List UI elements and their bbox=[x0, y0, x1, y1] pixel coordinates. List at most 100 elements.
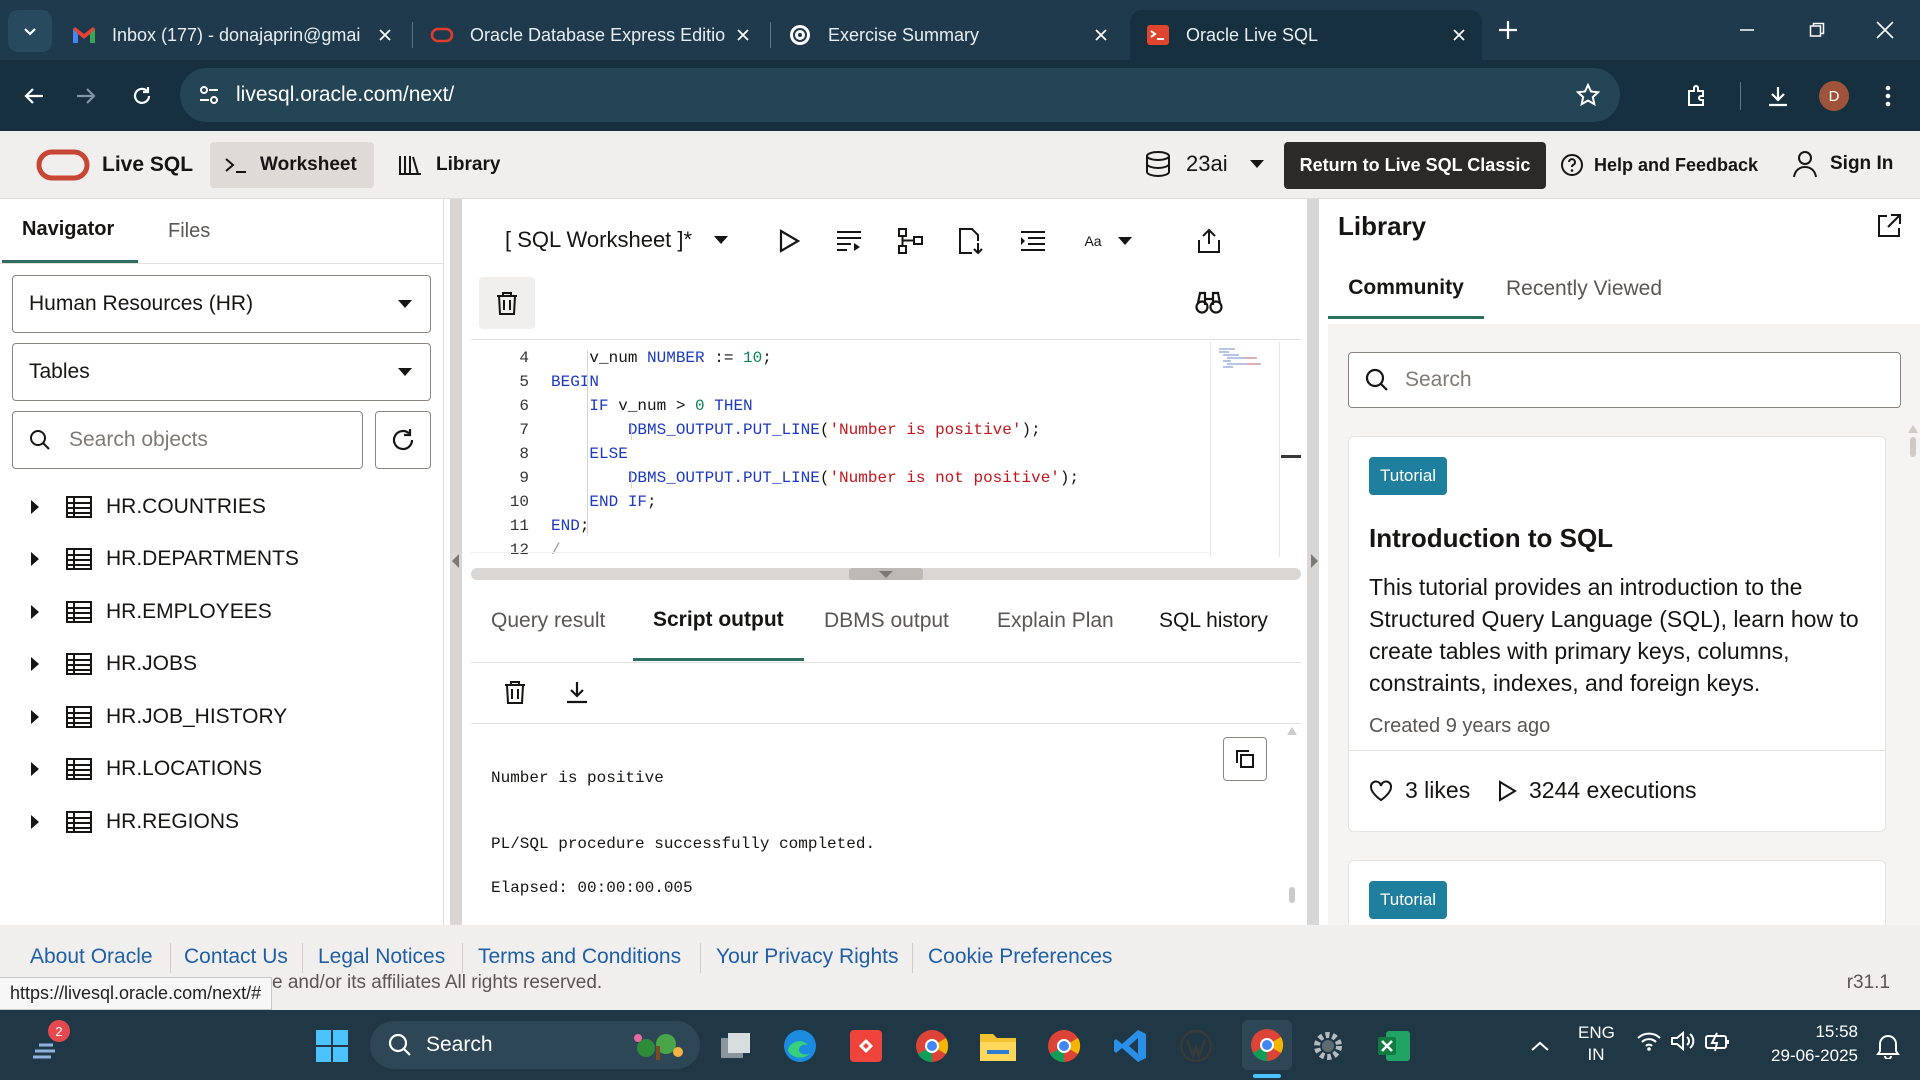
card-likes[interactable]: 3 likes bbox=[1369, 777, 1470, 804]
tab-exercise-summary[interactable]: Exercise Summary bbox=[772, 10, 1124, 60]
tree-item-departments[interactable]: HR.DEPARTMENTS bbox=[30, 542, 299, 576]
caret-right-icon[interactable] bbox=[30, 657, 40, 671]
tab-oracle-live-sql[interactable]: Oracle Live SQL bbox=[1130, 10, 1482, 60]
library-card[interactable]: Tutorial Introduction to SQL This tutori… bbox=[1348, 436, 1886, 832]
find-button[interactable] bbox=[1189, 283, 1229, 323]
close-icon[interactable] bbox=[736, 28, 750, 42]
footer-link-privacy[interactable]: Your Privacy Rights bbox=[716, 945, 898, 969]
schema-select[interactable]: Human Resources (HR) bbox=[12, 275, 431, 333]
tree-item-employees[interactable]: HR.EMPLOYEES bbox=[30, 595, 272, 629]
scroll-up-icon[interactable] bbox=[1908, 425, 1918, 433]
tab-recently-viewed[interactable]: Recently Viewed bbox=[1506, 259, 1662, 319]
copy-output-button[interactable] bbox=[1223, 737, 1267, 781]
tree-item-countries[interactable]: HR.COUNTRIES bbox=[30, 490, 266, 524]
excel-app[interactable] bbox=[1374, 1026, 1414, 1066]
clear-output-button[interactable] bbox=[495, 672, 535, 712]
tab-files[interactable]: Files bbox=[168, 199, 210, 263]
share-button[interactable] bbox=[1189, 221, 1229, 261]
object-type-select[interactable]: Tables bbox=[12, 343, 431, 401]
widgets-button[interactable]: 2 bbox=[28, 1020, 70, 1066]
reload-button[interactable] bbox=[124, 78, 160, 114]
restore-button[interactable] bbox=[1782, 10, 1852, 50]
footer-link-contact[interactable]: Contact Us bbox=[184, 945, 288, 969]
output-scrollbar-thumb[interactable] bbox=[1289, 887, 1295, 903]
settings-app[interactable] bbox=[1308, 1026, 1348, 1066]
close-window-button[interactable] bbox=[1850, 10, 1920, 50]
run-button[interactable] bbox=[769, 221, 809, 261]
format-button[interactable] bbox=[1013, 221, 1053, 261]
edge-app[interactable] bbox=[780, 1026, 820, 1066]
chrome-app[interactable] bbox=[1044, 1026, 1084, 1066]
chrome-profile-app[interactable] bbox=[912, 1026, 952, 1066]
tab-oracle-xe[interactable]: Oracle Database Express Edition bbox=[414, 10, 766, 60]
database-version-select[interactable]: 23ai bbox=[1144, 151, 1264, 177]
help-feedback-button[interactable]: Help and Feedback bbox=[1560, 153, 1758, 177]
download-output-button[interactable] bbox=[557, 672, 597, 712]
tree-item-jobs[interactable]: HR.JOBS bbox=[30, 647, 197, 681]
input-language[interactable]: ENG IN bbox=[1578, 1022, 1615, 1066]
refresh-button[interactable] bbox=[375, 411, 431, 469]
caret-right-icon[interactable] bbox=[30, 762, 40, 776]
address-bar[interactable]: livesql.oracle.com/next/ bbox=[180, 68, 1620, 122]
caret-right-icon[interactable] bbox=[1310, 554, 1318, 568]
footer-link-cookies[interactable]: Cookie Preferences bbox=[928, 945, 1112, 969]
tab-explain-plan[interactable]: Explain Plan bbox=[997, 581, 1114, 661]
library-search-input[interactable]: Search bbox=[1348, 352, 1901, 408]
caret-left-icon[interactable] bbox=[452, 554, 460, 568]
run-script-button[interactable] bbox=[829, 221, 869, 261]
caret-right-icon[interactable] bbox=[30, 605, 40, 619]
brand-logo[interactable]: Live SQL bbox=[36, 149, 193, 181]
minimize-button[interactable] bbox=[1712, 10, 1782, 50]
tab-gmail[interactable]: Inbox (177) - donajaprin@gmai bbox=[56, 10, 408, 60]
tab-community[interactable]: Community bbox=[1328, 259, 1484, 319]
footer-link-about[interactable]: About Oracle bbox=[30, 945, 153, 969]
caret-right-icon[interactable] bbox=[30, 552, 40, 566]
forward-button[interactable] bbox=[68, 78, 104, 114]
extensions-button[interactable] bbox=[1680, 78, 1716, 114]
clock[interactable]: 15:58 29-06-2025 bbox=[1748, 1020, 1858, 1068]
font-size-select[interactable]: Aa bbox=[1079, 221, 1137, 261]
nav-worksheet[interactable]: Worksheet bbox=[210, 142, 374, 188]
editor-scrollbar-thumb[interactable] bbox=[1281, 455, 1301, 458]
file-explorer-app[interactable] bbox=[978, 1026, 1018, 1066]
close-icon[interactable] bbox=[1094, 28, 1108, 42]
browser-menu-button[interactable] bbox=[1870, 78, 1906, 114]
caret-right-icon[interactable] bbox=[30, 500, 40, 514]
card-executions[interactable]: 3244 executions bbox=[1497, 777, 1697, 804]
right-splitter[interactable] bbox=[1307, 199, 1319, 925]
clear-editor-button[interactable] bbox=[479, 277, 535, 329]
left-splitter[interactable] bbox=[450, 199, 462, 925]
card-title[interactable]: Introduction to SQL bbox=[1369, 523, 1613, 554]
new-tab-button[interactable] bbox=[1496, 18, 1520, 42]
chrome-active-app[interactable] bbox=[1242, 1020, 1292, 1070]
code-editor[interactable]: 4 v_num NUMBER := 10; 5 BEGIN 6 IF v_num … bbox=[471, 342, 1209, 559]
footer-link-legal[interactable]: Legal Notices bbox=[318, 945, 445, 969]
nav-library[interactable]: Library bbox=[398, 154, 500, 176]
library-card[interactable]: Tutorial bbox=[1348, 860, 1886, 925]
tab-navigator[interactable]: Navigator bbox=[2, 199, 138, 263]
search-objects-input[interactable]: Search objects bbox=[12, 411, 363, 469]
library-scrollbar[interactable] bbox=[1908, 425, 1918, 925]
worksheet-title-select[interactable]: [ SQL Worksheet ]* bbox=[505, 227, 729, 253]
library-scrollbar-thumb[interactable] bbox=[1910, 437, 1916, 457]
tree-item-job-history[interactable]: HR.JOB_HISTORY bbox=[30, 700, 287, 734]
start-button[interactable] bbox=[312, 1026, 352, 1066]
show-hidden-icons-button[interactable] bbox=[1520, 1026, 1560, 1066]
site-info-icon[interactable] bbox=[198, 84, 220, 106]
close-icon[interactable] bbox=[378, 28, 392, 42]
bookmark-star-icon[interactable] bbox=[1576, 83, 1600, 107]
tree-item-regions[interactable]: HR.REGIONS bbox=[30, 805, 239, 839]
url-text[interactable]: livesql.oracle.com/next/ bbox=[236, 83, 454, 107]
wordpress-app[interactable] bbox=[1176, 1026, 1216, 1066]
task-view-button[interactable] bbox=[716, 1026, 756, 1066]
caret-right-icon[interactable] bbox=[30, 815, 40, 829]
tab-script-output[interactable]: Script output bbox=[633, 581, 804, 661]
tab-sql-history[interactable]: SQL history bbox=[1159, 581, 1268, 661]
output-scrollbar[interactable] bbox=[1287, 727, 1297, 925]
taskbar-search[interactable]: Search bbox=[370, 1021, 700, 1069]
close-icon[interactable] bbox=[1452, 28, 1466, 42]
sign-in-button[interactable]: Sign In bbox=[1792, 150, 1893, 178]
return-classic-button[interactable]: Return to Live SQL Classic bbox=[1284, 142, 1546, 189]
open-library-button[interactable] bbox=[1876, 213, 1902, 239]
profile-avatar[interactable]: D bbox=[1819, 81, 1849, 111]
